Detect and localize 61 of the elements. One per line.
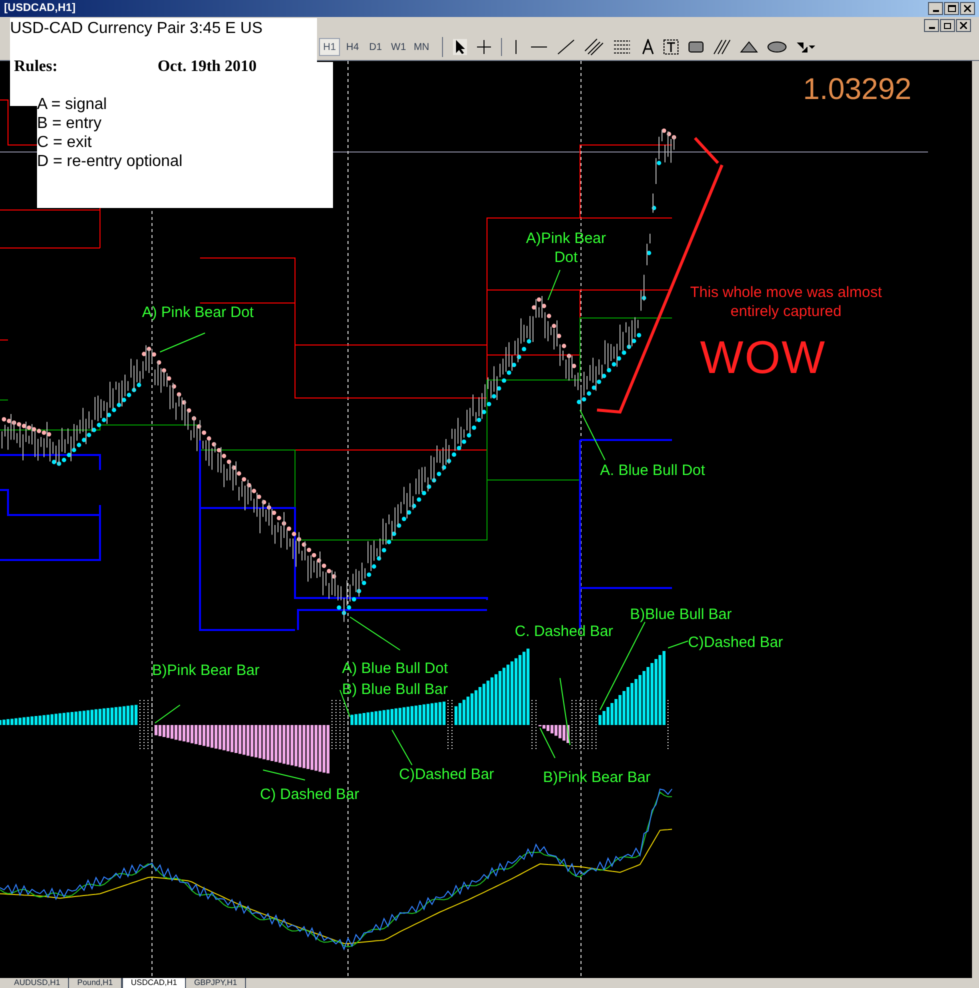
rule-text: D = re-entry optional xyxy=(37,152,184,171)
chart-annotation: C)Dashed Bar xyxy=(399,765,494,784)
chart-annotation: C. Dashed Bar xyxy=(514,622,614,641)
rule-text: C = exit xyxy=(37,133,93,152)
arrows-dropdown-icon[interactable] xyxy=(796,40,816,54)
chart-annotation: WOW xyxy=(700,334,826,380)
timeframe-button[interactable]: H4 xyxy=(342,38,363,56)
minimize-button[interactable] xyxy=(928,2,943,15)
leader-line xyxy=(540,728,556,758)
rule-text: B = entry xyxy=(37,114,102,133)
close-button[interactable] xyxy=(956,19,971,32)
close-icon xyxy=(960,22,967,29)
window-title: [USDCAD,H1] xyxy=(4,3,76,14)
triangle-icon[interactable] xyxy=(740,41,758,53)
channel-icon[interactable] xyxy=(584,38,604,56)
leader-line xyxy=(262,770,306,780)
leader-line xyxy=(548,270,560,300)
timeframe-button[interactable]: D1 xyxy=(365,38,386,56)
chart-tab[interactable]: AUDUSD,H1 xyxy=(6,978,70,988)
leader-line xyxy=(350,616,400,650)
chart-annotation: B)Blue Bull Bar xyxy=(630,605,732,624)
timeframe-button[interactable]: H1 xyxy=(319,38,340,56)
chart-annotation: This whole move was almost entirely captured xyxy=(689,283,883,321)
text-tool-icon[interactable] xyxy=(642,39,654,55)
chart-annotation: C) Dashed Bar xyxy=(260,785,360,804)
trendline-icon[interactable] xyxy=(557,39,575,55)
leader-line xyxy=(392,730,412,766)
text-label-icon[interactable] xyxy=(663,39,679,55)
leader-line xyxy=(668,640,688,648)
timeframe-button[interactable]: W1 xyxy=(388,38,409,56)
chart-annotation: A) Pink Bear Dot xyxy=(142,303,254,322)
maximize-button[interactable] xyxy=(944,2,959,15)
note-date: Oct. 19th 2010 xyxy=(158,57,257,77)
close-icon xyxy=(964,5,971,12)
chart-annotation: A) Blue Bull Dot xyxy=(342,659,448,678)
close-button[interactable] xyxy=(960,2,975,15)
leader-line xyxy=(154,704,180,724)
leader-line xyxy=(580,410,606,460)
rule-text: A = signal xyxy=(37,95,108,114)
chart-tab[interactable]: USDCAD,H1 xyxy=(122,978,186,988)
chart-annotation: A)Pink Bear Dot xyxy=(524,229,608,267)
current-price: 1.03292 xyxy=(803,75,912,105)
timeframe-button[interactable]: MN xyxy=(411,38,432,56)
minimize-button[interactable] xyxy=(924,19,939,32)
note-title: USD-CAD Currency Pair 3:45 E US xyxy=(10,19,264,39)
cursor-icon[interactable] xyxy=(453,39,467,55)
chart-annotation: B)Pink Bear Bar xyxy=(152,661,260,680)
chart-annotation: B)Pink Bear Bar xyxy=(543,768,651,787)
hatch-lines-icon[interactable] xyxy=(713,39,731,55)
leader-line xyxy=(160,332,206,352)
leader-line xyxy=(560,678,570,746)
chart-tab[interactable]: GBPJPY,H1 xyxy=(186,978,246,988)
ellipse-icon[interactable] xyxy=(767,41,787,53)
chart-annotation: C)Dashed Bar xyxy=(688,633,784,652)
chart-annotation: A. Blue Bull Dot xyxy=(600,461,706,480)
crosshair-icon[interactable] xyxy=(476,39,492,55)
rules-heading: Rules: xyxy=(13,57,58,77)
chart-annotation: B) Blue Bull Bar xyxy=(342,680,448,699)
fibonacci-icon[interactable] xyxy=(613,38,633,56)
restore-button[interactable] xyxy=(940,19,955,32)
rectangle-icon[interactable] xyxy=(688,41,704,53)
